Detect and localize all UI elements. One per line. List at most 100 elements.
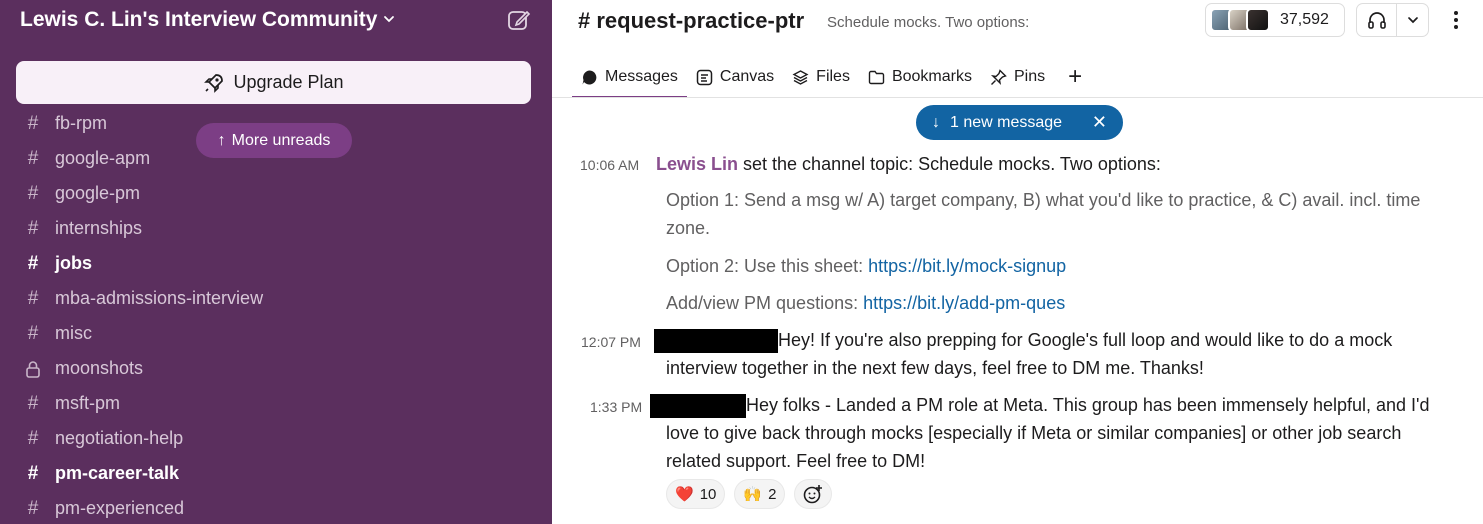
reaction-count: 2 [768,485,777,503]
sidebar-item-mba-admissions-interview[interactable]: # mba-admissions-interview [0,281,552,316]
more-unreads-button[interactable]: ↑ More unreads [196,123,352,158]
sidebar-item-msft-pm[interactable]: # msft-pm [0,386,552,421]
workspace-name[interactable]: Lewis C. Lin's Interview Community [20,8,377,32]
channel-label: google-apm [55,148,151,168]
channel-label: moonshots [55,358,144,378]
message-text: zone. [666,218,711,238]
compose-icon[interactable] [506,7,532,33]
huddle-button[interactable] [1356,3,1429,37]
hash-icon: # [27,182,39,204]
channel-label: internships [55,218,143,238]
upgrade-plan-label: Upgrade Plan [233,72,344,92]
channel-view: # request-practice-ptr Schedule mocks. T… [552,0,1483,524]
message-line: Hey! If you're also prepping for Google'… [778,330,1393,350]
channel-label: misc [55,323,92,343]
message-text: Option 1: Send a msg w/ A) target compan… [666,190,1421,210]
message-timestamp[interactable]: 1:33 PM [590,399,642,415]
redacted-author [650,394,746,419]
message-text: Add/view PM questions: https://bit.ly/ad… [666,289,1065,317]
heart-emoji: ❤️ [675,486,694,503]
lock-icon [26,360,40,378]
workspace-header[interactable]: Lewis C. Lin's Interview Community [0,0,552,42]
sidebar-item-moonshots[interactable]: moonshots [0,351,552,386]
message-timestamp[interactable]: 10:06 AM [580,157,639,173]
new-message-banner[interactable]: ↓ 1 new message ✕ [916,105,1123,140]
tab-label: Canvas [719,68,775,85]
channel-tabs: Messages Canvas Files Bookmarks Pins + [572,56,1096,98]
message-text: related support. Feel free to DM! [666,451,926,471]
member-avatars [1210,8,1270,32]
close-icon[interactable]: ✕ [1092,112,1107,133]
hash-icon: # [27,147,39,169]
channel-topic[interactable]: Schedule mocks. Two options: [827,14,1029,31]
sidebar-item-pm-experienced[interactable]: # pm-experienced [0,491,552,524]
tab-label: Files [816,68,850,85]
sidebar-item-jobs[interactable]: # jobs [0,246,552,281]
pm-questions-link[interactable]: https://bit.ly/add-pm-ques [863,293,1065,313]
files-icon [792,69,809,85]
rocket-icon [204,73,224,93]
channel-label: fb-rpm [55,113,108,133]
redacted-author [654,329,778,354]
tab-label: Bookmarks [891,68,972,85]
more-options-icon[interactable] [1448,8,1464,32]
channel-label: msft-pm [55,393,120,413]
hash-icon: # [27,497,39,519]
arrow-up-icon: ↑ [217,131,226,149]
headphones-icon[interactable] [1357,4,1397,36]
avatar [1246,8,1270,32]
channel-label: pm-experienced [55,498,185,518]
message-line: Hey folks - Landed a PM role at Meta. Th… [746,395,1430,415]
hash-icon: # [27,392,39,414]
upgrade-plan-button[interactable]: Upgrade Plan [16,61,531,104]
members-button[interactable]: 37,592 [1205,3,1345,37]
tab-messages[interactable]: Messages [572,56,687,98]
channel-list: # fb-rpm # google-apm # google-pm # internsh… [0,106,552,524]
tab-pins[interactable]: Pins [981,56,1054,98]
tab-canvas[interactable]: Canvas [687,56,783,98]
messages-icon [582,70,597,84]
hash-icon: # [27,112,39,134]
channel-label: pm-career-talk [55,463,180,483]
hash-icon: # [27,287,39,309]
chevron-down-icon[interactable] [1397,13,1428,27]
message-text: Hey! If you're also prepping for Google'… [654,326,1392,354]
sidebar-item-pm-career-talk[interactable]: # pm-career-talk [0,456,552,491]
sidebar-item-negotiation-help[interactable]: # negotiation-help [0,421,552,456]
tab-bookmarks[interactable]: Bookmarks [859,56,981,98]
message-timestamp[interactable]: 12:07 PM [581,334,641,350]
hash-icon: # [27,427,39,449]
plus-icon: + [1068,63,1083,90]
hash-icon: # [27,322,39,344]
channel-label: negotiation-help [55,428,184,448]
hash-icon: # [27,462,39,484]
add-tab-button[interactable]: + [1054,56,1096,98]
arrow-down-icon: ↓ [932,113,940,131]
reaction-count: 10 [699,485,717,503]
channel-title[interactable]: # request-practice-ptr [578,8,804,34]
reactions: ❤️ 10 🙌 2 [666,479,833,509]
sidebar: Lewis C. Lin's Interview Community Upgra… [0,0,552,524]
pin-icon [990,68,1007,85]
pm-questions-text: Add/view PM questions: [666,293,864,313]
message-author[interactable]: Lewis Lin [656,154,738,174]
bookmarks-icon [868,70,885,84]
message-action: set the channel topic: Schedule mocks. T… [738,154,1161,174]
add-reaction-button[interactable] [794,479,833,509]
chevron-down-icon[interactable] [382,12,396,26]
tabs-divider [552,97,1483,98]
tab-files[interactable]: Files [783,56,859,98]
tab-label: Pins [1013,68,1046,85]
sidebar-item-internships[interactable]: # internships [0,211,552,246]
mock-signup-link[interactable]: https://bit.ly/mock-signup [868,256,1066,276]
member-count: 37,592 [1280,11,1329,28]
add-emoji-icon [804,485,823,504]
hash-icon: # [27,217,39,239]
reaction-raised-hands[interactable]: 🙌 2 [734,479,786,509]
canvas-icon [696,69,713,85]
reaction-heart[interactable]: ❤️ 10 [666,479,726,509]
sidebar-item-misc[interactable]: # misc [0,316,552,351]
sidebar-item-google-pm[interactable]: # google-pm [0,176,552,211]
message-text: Hey folks - Landed a PM role at Meta. Th… [650,391,1429,419]
channel-label: mba-admissions-interview [55,288,264,308]
